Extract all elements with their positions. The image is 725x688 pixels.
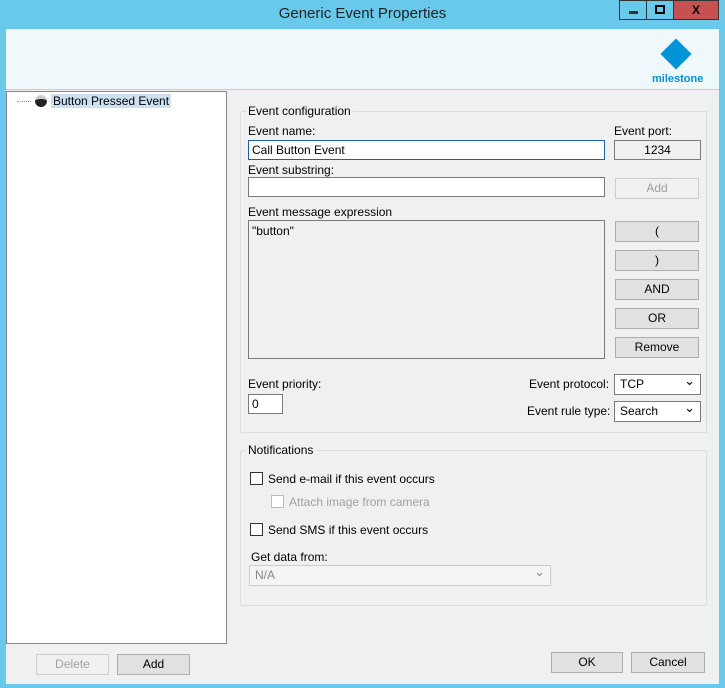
or-button[interactable]: OR — [615, 308, 699, 329]
priority-label: Event priority: — [248, 377, 322, 391]
protocol-label: Event protocol: — [529, 377, 610, 391]
event-name-label: Event name: — [248, 124, 316, 138]
rule-type-select[interactable]: Search — [614, 400, 701, 422]
milestone-logo-text: milestone — [652, 73, 704, 85]
protocol-select[interactable]: TCP — [614, 373, 701, 395]
event-name-input[interactable]: Call Button Event — [248, 140, 605, 160]
get-data-label: Get data from: — [251, 550, 328, 564]
email-label: Send e-mail if this event occurs — [268, 472, 435, 486]
minimize-icon — [628, 11, 638, 14]
group-label: Notifications — [246, 443, 316, 457]
add-substring-button[interactable]: Add — [615, 178, 699, 199]
attach-image-checkbox[interactable] — [271, 495, 284, 508]
expression-label: Event message expression — [248, 205, 393, 219]
and-button[interactable]: AND — [615, 279, 699, 300]
open-paren-button[interactable]: ( — [615, 221, 699, 242]
priority-input[interactable]: 0 — [248, 394, 283, 414]
attach-image-label: Attach image from camera — [289, 495, 430, 509]
expression-box[interactable]: "button" — [248, 220, 605, 359]
delete-button[interactable]: Delete — [36, 654, 109, 675]
minimize-button[interactable] — [619, 0, 647, 20]
milestone-logo-icon — [660, 38, 692, 70]
add-event-button[interactable]: Add — [117, 654, 190, 675]
close-paren-button[interactable]: ) — [615, 250, 699, 271]
event-port-field: 1234 — [614, 140, 701, 160]
group-label: Event configuration — [246, 104, 353, 118]
get-data-select[interactable]: N/A — [249, 564, 551, 586]
cancel-button[interactable]: Cancel — [631, 652, 705, 673]
window-title: Generic Event Properties — [278, 5, 447, 22]
close-button[interactable]: X — [673, 0, 719, 20]
button-event-icon — [35, 95, 47, 107]
tree-item[interactable]: Button Pressed Event — [17, 94, 172, 108]
rule-type-label: Event rule type: — [527, 404, 611, 418]
event-tree[interactable]: Button Pressed Event — [6, 91, 227, 644]
event-substring-label: Event substring: — [248, 163, 335, 177]
header-banner: milestone — [6, 29, 719, 90]
event-port-label: Event port: — [614, 124, 673, 138]
ok-button[interactable]: OK — [551, 652, 623, 673]
maximize-icon — [655, 5, 665, 14]
email-checkbox[interactable] — [250, 472, 263, 485]
event-substring-input[interactable] — [248, 177, 605, 197]
maximize-button[interactable] — [646, 0, 674, 20]
sms-checkbox[interactable] — [250, 523, 263, 536]
sms-label: Send SMS if this event occurs — [268, 523, 429, 537]
tree-item-label: Button Pressed Event — [51, 94, 172, 108]
remove-button[interactable]: Remove — [615, 337, 699, 358]
